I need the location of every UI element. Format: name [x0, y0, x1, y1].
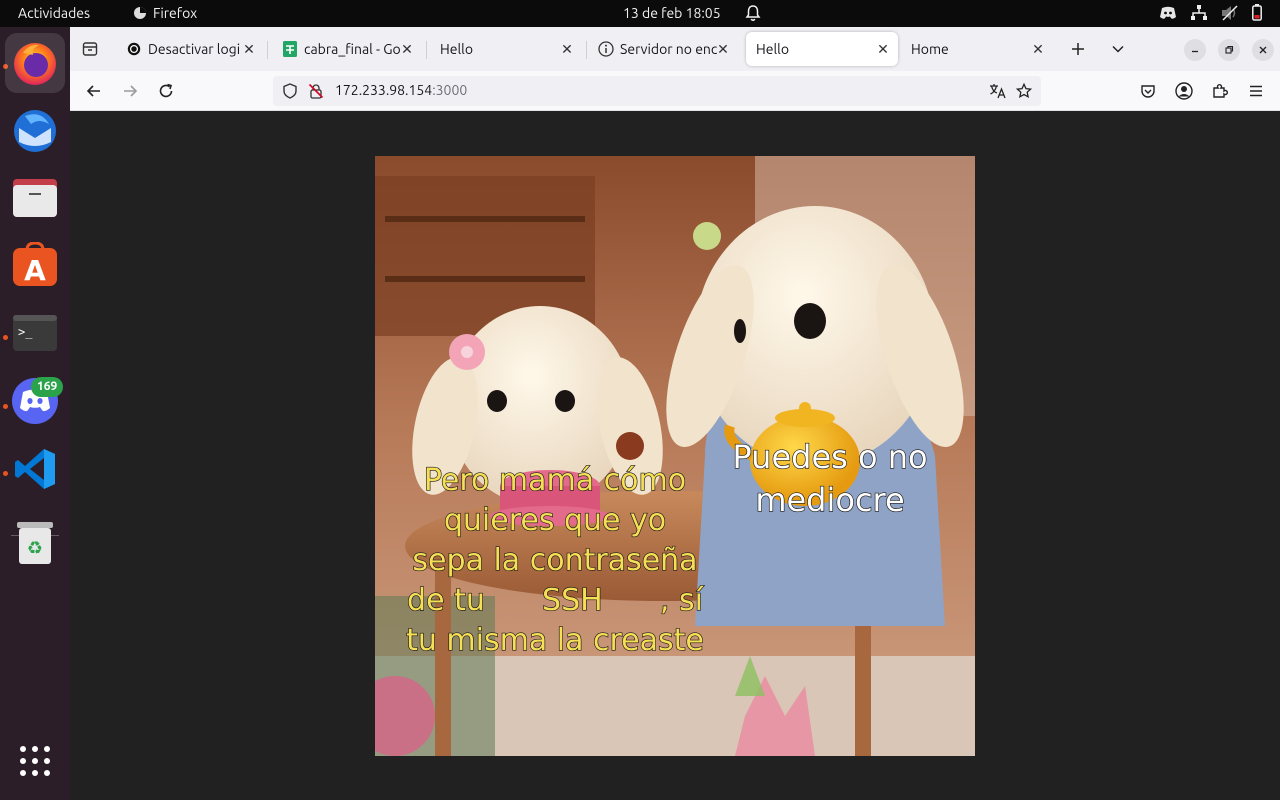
svg-text:A: A: [24, 254, 46, 287]
tab-separator: [267, 41, 268, 59]
activities-button[interactable]: Actividades: [18, 5, 90, 21]
back-button[interactable]: [84, 81, 104, 101]
restore-icon: [1225, 45, 1234, 54]
openai-icon: [126, 41, 142, 57]
reload-button[interactable]: [156, 81, 176, 101]
trash-dock-icon[interactable]: ♻: [5, 512, 65, 572]
clock[interactable]: 13 de feb 18:05: [623, 5, 721, 21]
forward-button[interactable]: [120, 81, 140, 101]
app-menu-button[interactable]: [1246, 81, 1266, 101]
svg-text:♻: ♻: [27, 538, 43, 559]
extensions-button[interactable]: [1210, 81, 1230, 101]
restore-button[interactable]: [1218, 39, 1240, 61]
list-all-tabs-button[interactable]: [1108, 39, 1128, 59]
info-icon: [598, 41, 614, 57]
url-port: :3000: [432, 82, 468, 98]
close-window-button[interactable]: [1252, 39, 1274, 61]
insecure-lock-icon[interactable]: [308, 83, 324, 99]
url-text[interactable]: 172.233.98.154:3000: [335, 82, 467, 98]
ubuntu-dock: A >_ 169 ♻: [0, 27, 70, 800]
close-tab-icon[interactable]: ✕: [1029, 40, 1047, 58]
tab-5-active[interactable]: Hello ✕: [746, 32, 898, 66]
tab-title: cabra_final - Go: [304, 41, 401, 57]
close-tab-icon[interactable]: ✕: [714, 40, 732, 58]
left-caption-line: de tu SSH , sí: [406, 582, 703, 618]
right-caption-line: Puedes o no: [732, 437, 928, 476]
firefox-view-button[interactable]: [80, 39, 100, 59]
discord-tray-icon[interactable]: [1159, 6, 1177, 20]
hamburger-menu-icon: [1250, 85, 1262, 97]
page-content: Pero mamá cómo quieres que yo sepa la co…: [70, 111, 1280, 800]
system-tray[interactable]: [1159, 4, 1262, 21]
shield-icon[interactable]: [282, 83, 298, 99]
volume-muted-icon[interactable]: [1221, 4, 1239, 21]
show-apps-button[interactable]: [5, 731, 65, 791]
discord-notification-badge: 169: [31, 377, 64, 397]
chevron-down-icon: [1112, 45, 1124, 53]
gnome-top-bar: Actividades Firefox 13 de feb 18:05: [0, 0, 1280, 27]
tab-title: Servidor no enc: [620, 41, 718, 57]
left-caption-line: Pero mamá cómo: [423, 462, 687, 498]
meme-image: Pero mamá cómo quieres que yo sepa la co…: [375, 156, 975, 756]
thunderbird-dock-icon[interactable]: [5, 100, 65, 160]
app-name-label: Firefox: [153, 5, 198, 21]
tab-separator: [586, 41, 587, 59]
terminal-dock-icon[interactable]: >_: [5, 303, 65, 363]
tab-3[interactable]: Hello ✕: [430, 32, 582, 66]
right-caption: Puedes o no mediocre: [705, 436, 955, 522]
tab-2[interactable]: cabra_final - Go ✕: [272, 32, 422, 66]
tab-title: Hello: [440, 41, 474, 57]
url-bar[interactable]: 172.233.98.154:3000: [273, 76, 1041, 106]
tab-4[interactable]: Servidor no enc ✕: [588, 32, 738, 66]
firefox-view-icon: [82, 42, 98, 56]
tab-1[interactable]: Desactivar logi ✕: [116, 32, 264, 66]
firefox-small-icon: [134, 7, 146, 19]
right-caption-line: mediocre: [755, 480, 906, 519]
account-button[interactable]: [1174, 81, 1194, 101]
sheets-icon: [282, 41, 298, 57]
firefox-dock-icon[interactable]: [5, 33, 65, 93]
new-tab-button[interactable]: [1068, 39, 1088, 59]
notification-bell-icon[interactable]: [745, 4, 761, 25]
arrow-right-icon: [124, 85, 138, 97]
navigation-toolbar: 172.233.98.154:3000: [70, 71, 1280, 111]
battery-icon[interactable]: [1252, 4, 1262, 21]
network-icon[interactable]: [1190, 4, 1208, 21]
app-center-dock-icon[interactable]: A: [5, 235, 65, 295]
left-caption: Pero mamá cómo quieres que yo sepa la co…: [395, 461, 715, 661]
app-grid-icon: [20, 746, 50, 776]
bookmark-star-icon[interactable]: [1016, 83, 1032, 99]
minimize-icon: [1192, 50, 1198, 53]
files-dock-icon[interactable]: [5, 168, 65, 228]
tab-6[interactable]: Home ✕: [901, 32, 1053, 66]
translate-icon[interactable]: [989, 83, 1007, 99]
plus-icon: [1072, 43, 1084, 55]
account-icon: [1175, 82, 1193, 100]
svg-text:>_: >_: [18, 325, 33, 339]
left-caption-line: sepa la contraseña: [412, 542, 698, 578]
firefox-tab-strip: Desactivar logi ✕ cabra_final - Go ✕ Hel…: [70, 27, 1280, 71]
minimize-button[interactable]: [1184, 39, 1206, 61]
pocket-icon: [1141, 85, 1155, 98]
url-host: 172.233.98.154: [335, 82, 433, 98]
tab-title: Home: [911, 41, 949, 57]
left-caption-line: quieres que yo: [443, 502, 667, 538]
close-icon: [1259, 46, 1267, 54]
reload-icon: [159, 83, 173, 98]
left-caption-line: tu misma la creaste: [405, 622, 704, 658]
tab-separator: [426, 41, 427, 59]
tab-title: Desactivar logi: [148, 41, 241, 57]
tab-title: Hello: [756, 41, 790, 57]
app-menu[interactable]: Firefox: [133, 5, 197, 21]
close-tab-icon[interactable]: ✕: [874, 40, 892, 58]
arrow-left-icon: [86, 85, 100, 97]
pocket-button[interactable]: [1138, 81, 1158, 101]
puzzle-icon: [1213, 84, 1228, 98]
close-tab-icon[interactable]: ✕: [398, 40, 416, 58]
close-tab-icon[interactable]: ✕: [240, 40, 258, 58]
close-tab-icon[interactable]: ✕: [558, 40, 576, 58]
vscode-dock-icon[interactable]: [5, 439, 65, 499]
